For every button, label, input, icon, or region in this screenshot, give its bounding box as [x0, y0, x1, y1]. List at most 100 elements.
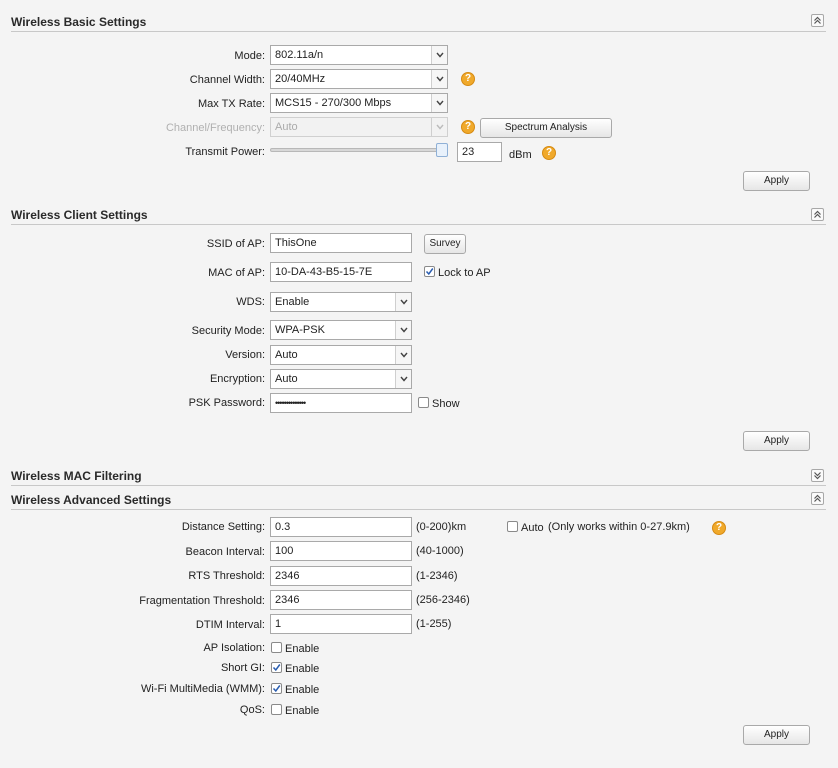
section-divider [11, 31, 826, 32]
transmit-power-label: Transmit Power: [185, 146, 265, 158]
distance-setting-label: Distance Setting: [181, 521, 265, 533]
advanced-apply-button[interactable]: Apply [743, 725, 810, 745]
section-divider [11, 224, 826, 225]
collapse-client-button[interactable] [811, 208, 824, 221]
chevron-down-icon [431, 46, 447, 64]
rts-threshold-input[interactable]: 2346 [270, 566, 412, 586]
show-password-checkbox[interactable] [418, 397, 429, 408]
qos-label: QoS: [239, 704, 265, 716]
mac-of-ap-label: MAC of AP: [208, 267, 265, 279]
channel-width-label: Channel Width: [189, 74, 265, 86]
short-gi-checkbox[interactable] [271, 662, 282, 673]
wmm-checkbox[interactable] [271, 683, 282, 694]
wmm-enable-label: Enable [285, 684, 320, 696]
channel-frequency-select: Auto [270, 117, 448, 137]
transmit-power-slider-track[interactable] [270, 148, 446, 152]
client-apply-button[interactable]: Apply [743, 431, 810, 451]
qos-enable-label: Enable [285, 705, 320, 717]
checkmark-icon [272, 664, 281, 672]
section-title-basic: Wireless Basic Settings [11, 15, 147, 29]
dtim-interval-range: (1-255) [416, 618, 452, 630]
section-title-advanced: Wireless Advanced Settings [11, 493, 172, 507]
survey-button[interactable]: Survey [424, 234, 466, 254]
channel-width-select-value: 20/40MHz [275, 73, 326, 85]
chevron-down-icon [431, 70, 447, 88]
beacon-interval-label: Beacon Interval: [185, 546, 266, 558]
max-tx-rate-select[interactable]: MCS15 - 270/300 Mbps [270, 93, 448, 113]
wds-select[interactable]: Enable [270, 292, 412, 312]
mode-label: Mode: [234, 50, 265, 62]
ssid-input[interactable]: ThisOne [270, 233, 412, 253]
beacon-interval-input[interactable]: 100 [270, 541, 412, 561]
chevron-down-icon [395, 321, 411, 339]
qos-checkbox[interactable] [271, 704, 282, 715]
fragmentation-threshold-range: (256-2346) [416, 594, 470, 606]
mode-select-value: 802.11a/n [275, 49, 324, 61]
ap-isolation-checkbox[interactable] [271, 642, 282, 653]
short-gi-label: Short GI: [220, 662, 265, 674]
help-icon[interactable]: ? [461, 72, 475, 86]
short-gi-enable-label: Enable [285, 663, 320, 675]
fragmentation-threshold-label: Fragmentation Threshold: [139, 595, 265, 607]
section-divider [11, 509, 826, 510]
collapse-advanced-button[interactable] [811, 492, 824, 505]
beacon-interval-range: (40-1000) [416, 545, 464, 557]
help-icon[interactable]: ? [542, 146, 556, 160]
collapse-up-icon [814, 16, 821, 24]
collapse-up-icon [814, 494, 821, 502]
version-select-value: Auto [275, 349, 298, 361]
auto-distance-checkbox[interactable] [507, 521, 518, 532]
transmit-power-input[interactable]: 23 [457, 142, 502, 162]
encryption-select-value: Auto [275, 373, 298, 385]
distance-range: (0-200)km [416, 521, 467, 533]
psk-password-label: PSK Password: [188, 397, 265, 409]
expand-mac-filtering-button[interactable] [811, 469, 824, 482]
checkmark-icon [272, 685, 281, 693]
encryption-select[interactable]: Auto [270, 369, 412, 389]
wmm-label: Wi-Fi MultiMedia (WMM): [140, 683, 265, 695]
wds-label: WDS: [236, 296, 265, 308]
rts-threshold-range: (1-2346) [416, 570, 458, 582]
show-password-label: Show [432, 398, 460, 410]
chevron-down-icon [395, 346, 411, 364]
expand-down-icon [814, 472, 821, 480]
channel-frequency-label: Channel/Frequency: [165, 122, 265, 134]
version-label: Version: [225, 349, 265, 361]
spectrum-analysis-button[interactable]: Spectrum Analysis [480, 118, 612, 138]
mac-of-ap-input[interactable]: 10-DA-43-B5-15-7E [270, 262, 412, 282]
section-title-mac-filtering: Wireless MAC Filtering [11, 469, 142, 483]
basic-apply-button[interactable]: Apply [743, 171, 810, 191]
dtim-interval-input[interactable]: 1 [270, 614, 412, 634]
psk-password-input[interactable]: •••••••••••••• [270, 393, 412, 413]
dtim-interval-label: DTIM Interval: [195, 619, 265, 631]
encryption-label: Encryption: [209, 373, 265, 385]
checkmark-icon [425, 268, 434, 276]
help-icon[interactable]: ? [461, 120, 475, 134]
chevron-down-icon [395, 370, 411, 388]
chevron-down-icon [395, 293, 411, 311]
collapse-up-icon [814, 210, 821, 218]
fragmentation-threshold-input[interactable]: 2346 [270, 590, 412, 610]
transmit-power-slider-handle[interactable] [436, 143, 448, 157]
ap-isolation-label: AP Isolation: [203, 642, 265, 654]
lock-to-ap-label: Lock to AP [438, 267, 491, 279]
section-title-client: Wireless Client Settings [11, 208, 148, 222]
security-mode-select-value: WPA-PSK [275, 324, 325, 336]
max-tx-rate-label: Max TX Rate: [197, 98, 265, 110]
rts-threshold-label: RTS Threshold: [188, 570, 265, 582]
max-tx-rate-select-value: MCS15 - 270/300 Mbps [275, 97, 392, 109]
version-select[interactable]: Auto [270, 345, 412, 365]
auto-distance-note: (Only works within 0-27.9km) [548, 521, 690, 533]
security-mode-select[interactable]: WPA-PSK [270, 320, 412, 340]
help-icon[interactable]: ? [712, 521, 726, 535]
channel-frequency-select-value: Auto [275, 121, 298, 133]
lock-to-ap-checkbox[interactable] [424, 266, 435, 277]
distance-setting-input[interactable]: 0.3 [270, 517, 412, 537]
chevron-down-icon [431, 94, 447, 112]
auto-distance-label: Auto [521, 522, 544, 534]
channel-width-select[interactable]: 20/40MHz [270, 69, 448, 89]
mode-select[interactable]: 802.11a/n [270, 45, 448, 65]
collapse-basic-button[interactable] [811, 14, 824, 27]
transmit-power-unit: dBm [509, 149, 532, 161]
ap-isolation-enable-label: Enable [285, 643, 320, 655]
